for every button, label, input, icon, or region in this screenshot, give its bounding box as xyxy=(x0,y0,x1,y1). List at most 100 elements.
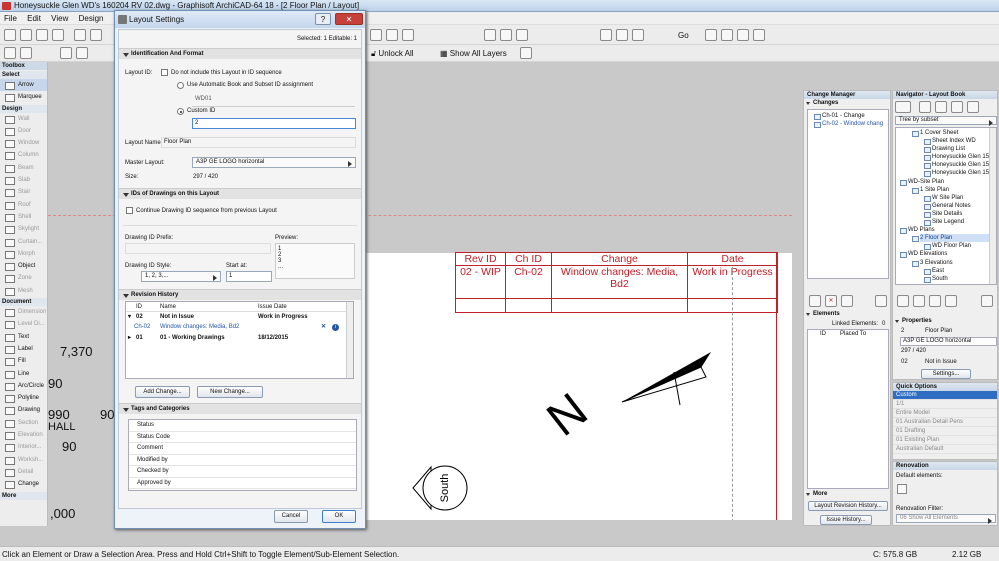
renovation-status-icon[interactable] xyxy=(897,484,907,494)
layout-tree-item[interactable]: Site Legend xyxy=(924,218,996,227)
revision-row[interactable]: ▸ 01 01 - Working Drawings 18/12/2015 xyxy=(126,334,347,343)
tool-detail[interactable]: Detail xyxy=(0,466,47,478)
tag-status[interactable]: Status xyxy=(129,420,356,432)
menu-view[interactable]: View xyxy=(47,14,72,23)
style-dropdown[interactable]: 1, 2, 3,... xyxy=(141,271,221,282)
layout-tree-item[interactable]: 1 Cover Sheet xyxy=(912,129,996,138)
layout-tree-item[interactable]: General Notes xyxy=(924,202,996,210)
section-tags-categories[interactable]: Tags and Categories xyxy=(119,403,361,414)
new-change-button[interactable]: New Change... xyxy=(197,386,263,398)
tool-interior[interactable]: Interior... xyxy=(0,441,47,453)
publisher-sets-icon[interactable] xyxy=(967,101,979,113)
layout-tree-item[interactable]: Honeysuckle Glen 1512 xyxy=(924,169,996,178)
tool-polyline[interactable]: Polyline xyxy=(0,392,47,404)
settings-button[interactable]: Settings... xyxy=(921,369,971,379)
zoom-in-icon[interactable] xyxy=(600,29,612,41)
tool-elevation[interactable]: Elevation xyxy=(0,429,47,441)
elevation-marker-south[interactable]: South xyxy=(411,457,471,517)
show-trace-icon[interactable] xyxy=(516,29,528,41)
layout-tree-item[interactable]: WD Elevations xyxy=(900,250,996,259)
tool-section[interactable]: Section xyxy=(0,417,47,429)
tool-worksh[interactable]: Worksh... xyxy=(0,454,47,466)
tool-dimension[interactable]: Dimension xyxy=(0,306,47,318)
tool-mesh[interactable]: Mesh xyxy=(0,285,47,297)
property-master[interactable]: A3P GE LOGO horizontal xyxy=(900,337,997,346)
unlock-all-button[interactable]: 🔓︎ Unlock All xyxy=(371,47,414,60)
quick-option-row[interactable]: 01 Drafting xyxy=(893,427,997,436)
print-icon[interactable] xyxy=(52,29,64,41)
cancel-button[interactable]: Cancel xyxy=(274,510,308,523)
more-section[interactable]: More xyxy=(804,490,890,499)
layout-tree-item[interactable]: WD Plans xyxy=(900,226,996,235)
delete-change-icon[interactable]: ✕ xyxy=(825,295,837,307)
toolbox-more-group[interactable]: More xyxy=(0,491,47,500)
drag-icon[interactable] xyxy=(76,47,88,59)
custom-id-radio[interactable] xyxy=(177,108,184,115)
change-row[interactable]: Ch-02 Window changes: Media, Bd2 ✕ i xyxy=(126,323,347,332)
elements-section[interactable]: Elements xyxy=(804,310,890,319)
export-changes-icon[interactable] xyxy=(875,295,887,307)
layout-tree-item[interactable]: Sheet Index WD xyxy=(924,137,996,146)
tool-door[interactable]: Door xyxy=(0,125,47,137)
properties-section[interactable]: Properties xyxy=(893,317,997,326)
redo-icon[interactable] xyxy=(90,29,102,41)
tool-label[interactable]: Label xyxy=(0,343,47,355)
help-button[interactable]: ? xyxy=(315,13,331,25)
tool-line[interactable]: Line xyxy=(0,368,47,380)
issue-history-button[interactable]: Issue History... xyxy=(820,515,872,525)
layout-book-icon[interactable] xyxy=(951,101,963,113)
layout-name-input[interactable]: Floor Plan xyxy=(161,137,356,148)
layer-settings-icon[interactable] xyxy=(520,47,532,59)
layout-tree-item[interactable]: Honeysuckle Glen 1512 xyxy=(924,161,996,170)
tool-text[interactable]: Text xyxy=(0,331,47,343)
camera-icon[interactable] xyxy=(721,29,733,41)
tool-stair[interactable]: Stair xyxy=(0,186,47,198)
continue-sequence-checkbox[interactable] xyxy=(126,207,133,214)
menu-design[interactable]: Design xyxy=(75,14,108,23)
tool-level-di[interactable]: Level Di... xyxy=(0,318,47,330)
elements-list[interactable]: ID Placed To xyxy=(807,329,889,489)
revision-row[interactable]: ▾ 02 Not in Issue Work in Progress xyxy=(126,313,347,322)
tool-fill[interactable]: Fill xyxy=(0,355,47,367)
trace-icon[interactable] xyxy=(484,29,496,41)
toolbox-select-group[interactable]: Select xyxy=(0,71,47,79)
close-button[interactable]: ✕ xyxy=(335,13,363,25)
gravity-icon[interactable] xyxy=(386,29,398,41)
tool-morph[interactable]: Morph xyxy=(0,248,47,260)
project-map-icon[interactable] xyxy=(919,101,931,113)
remove-change-icon[interactable]: ✕ xyxy=(321,323,326,332)
tag-approved-by[interactable]: Approved by xyxy=(129,478,356,489)
new-file-icon[interactable] xyxy=(4,29,16,41)
tool-skylight[interactable]: Skylight xyxy=(0,223,47,235)
add-change-button[interactable]: Add Change... xyxy=(135,386,190,398)
tool-arc-circle[interactable]: Arc/Circle xyxy=(0,380,47,392)
tag-status-code[interactable]: Status Code xyxy=(129,432,356,443)
snap-icon[interactable] xyxy=(402,29,414,41)
tool-wall[interactable]: Wall xyxy=(0,113,47,125)
tool-marquee[interactable]: Marquee xyxy=(0,91,47,103)
layout-tree-item[interactable]: 3 Elevations xyxy=(912,259,996,267)
tree-scrollbar[interactable] xyxy=(989,128,996,284)
new-layout-icon[interactable] xyxy=(913,295,925,307)
magic-wand-icon[interactable] xyxy=(370,29,382,41)
quick-option-row[interactable]: Entire Model xyxy=(893,409,997,418)
tool-change[interactable]: Change xyxy=(0,478,47,490)
revision-scrollbar[interactable] xyxy=(346,302,353,378)
layout-revision-history-button[interactable]: Layout Revision History... xyxy=(808,501,888,511)
collapse-arrow-icon[interactable]: ▾ xyxy=(128,313,131,322)
tool-arrow[interactable]: Arrow xyxy=(0,79,47,92)
view-map-icon[interactable] xyxy=(935,101,947,113)
fit-in-window-icon[interactable] xyxy=(632,29,644,41)
layout-tree-item[interactable]: Drawing List xyxy=(924,145,996,154)
quick-option-row[interactable]: Australian Default xyxy=(893,445,997,454)
menu-file[interactable]: File xyxy=(0,14,21,23)
layout-tree-item[interactable]: South xyxy=(924,275,996,283)
tool-drawing[interactable]: Drawing xyxy=(0,404,47,416)
toolbox-design-group[interactable]: Design xyxy=(0,104,47,113)
tool-window[interactable]: Window xyxy=(0,137,47,149)
layout-tree-item[interactable]: East xyxy=(924,267,996,275)
change-item[interactable]: Ch-02 - Window chang xyxy=(814,120,888,129)
quick-option-row[interactable]: 01 Australian Detail Pens xyxy=(893,418,997,427)
start-at-input[interactable]: 1 xyxy=(226,271,272,282)
tool-slab[interactable]: Slab xyxy=(0,174,47,186)
